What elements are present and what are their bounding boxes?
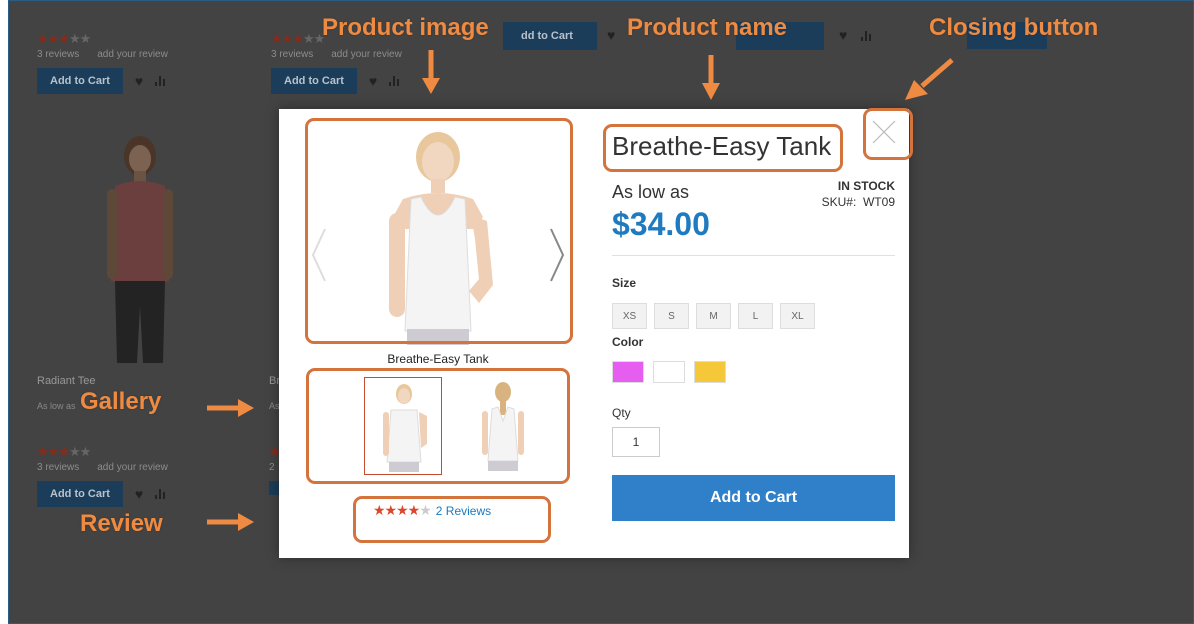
sku-value: WT09	[862, 195, 895, 209]
annotation-review: Review	[80, 510, 163, 537]
grid-card: ★★★★★ 3 reviews add your review Add to Ca…	[37, 31, 168, 94]
add-review-link[interactable]: add your review	[97, 462, 168, 473]
product-image-radiant-tee[interactable]	[85, 131, 195, 366]
thumbnail-back	[482, 382, 524, 471]
size-option-xs[interactable]: XS	[612, 303, 647, 329]
add-to-cart-button[interactable]: Add to Cart	[37, 68, 123, 94]
add-to-cart-button[interactable]: dd to Cart	[503, 22, 597, 50]
product-price: $34.00	[612, 206, 710, 242]
close-button[interactable]	[867, 115, 901, 149]
rating-stars: ★★★★★	[373, 502, 432, 518]
color-swatch-white[interactable]	[653, 361, 685, 383]
qty-input[interactable]: 1	[612, 427, 660, 457]
size-option-xl[interactable]: XL	[780, 303, 815, 329]
reviews-link[interactable]: 3 reviews	[37, 49, 79, 60]
size-option-m[interactable]: M	[696, 303, 731, 329]
rating-stars: ★★★★★	[37, 444, 91, 459]
add-review-link[interactable]: add your review	[331, 49, 402, 60]
thumbnail-front	[383, 384, 427, 472]
sku: SKU#: WT09	[779, 195, 895, 209]
wishlist-icon[interactable]: ♥	[135, 73, 143, 89]
size-options: XS S M L XL	[612, 303, 815, 329]
product-name: Breathe-Easy Tank	[612, 131, 832, 161]
add-to-cart-button[interactable]: Add to Cart	[37, 481, 123, 507]
grid-card: ★★★★★ 3 reviews add your review Add to Ca…	[37, 444, 168, 507]
wishlist-icon[interactable]: ♥	[135, 486, 143, 502]
image-caption: Breathe-Easy Tank	[387, 352, 489, 366]
compare-icon[interactable]	[155, 489, 167, 499]
wishlist-icon[interactable]: ♥	[607, 27, 615, 43]
close-icon	[872, 120, 896, 144]
quick-view-modal: Breathe-Easy Tank ★★★★★ 2 Reviews Breath…	[279, 109, 909, 558]
divider	[612, 255, 895, 256]
review-summary: ★★★★★ 2 Reviews	[373, 502, 491, 519]
rating-stars: ★★★★★	[37, 31, 91, 46]
annotation-closing-button: Closing button	[929, 14, 1099, 41]
annotation-product-name: Product name	[627, 14, 788, 41]
price-prefix: As low as	[612, 182, 690, 202]
sku-label: SKU#:	[821, 195, 857, 209]
annotation-gallery: Gallery	[80, 388, 162, 415]
gallery-thumbnail[interactable]	[464, 377, 542, 475]
color-swatch-pink[interactable]	[612, 361, 644, 383]
color-options	[612, 361, 726, 383]
compare-icon[interactable]	[155, 76, 167, 86]
image-gallery	[364, 377, 564, 475]
compare-icon[interactable]	[861, 31, 873, 41]
product-main-image[interactable]	[307, 121, 569, 345]
product-photo	[307, 121, 569, 345]
annotation-product-image: Product image	[322, 14, 489, 41]
wishlist-icon[interactable]: ♥	[839, 27, 847, 43]
product-name[interactable]: Radiant Tee	[37, 375, 96, 387]
qty-label: Qty	[612, 406, 631, 420]
compare-icon[interactable]	[389, 76, 401, 86]
size-option-s[interactable]: S	[654, 303, 689, 329]
add-review-link[interactable]: add your review	[97, 49, 168, 60]
size-label: Size	[612, 276, 637, 290]
reviews-link[interactable]: 3 reviews	[37, 462, 79, 473]
reviews-link[interactable]: 2 Reviews	[436, 504, 491, 518]
gallery-thumbnail[interactable]	[364, 377, 442, 475]
size-option-l[interactable]: L	[738, 303, 773, 329]
stock-status: IN STOCK	[837, 179, 895, 193]
add-to-cart-button[interactable]: Add to Cart	[612, 475, 895, 521]
color-swatch-yellow[interactable]	[694, 361, 726, 383]
wishlist-icon[interactable]: ♥	[369, 73, 377, 89]
add-to-cart-button[interactable]: Add to Cart	[271, 68, 357, 94]
reviews-link[interactable]: 2	[269, 462, 275, 473]
color-label: Color	[612, 335, 644, 349]
reviews-link[interactable]: 3 reviews	[271, 49, 313, 60]
